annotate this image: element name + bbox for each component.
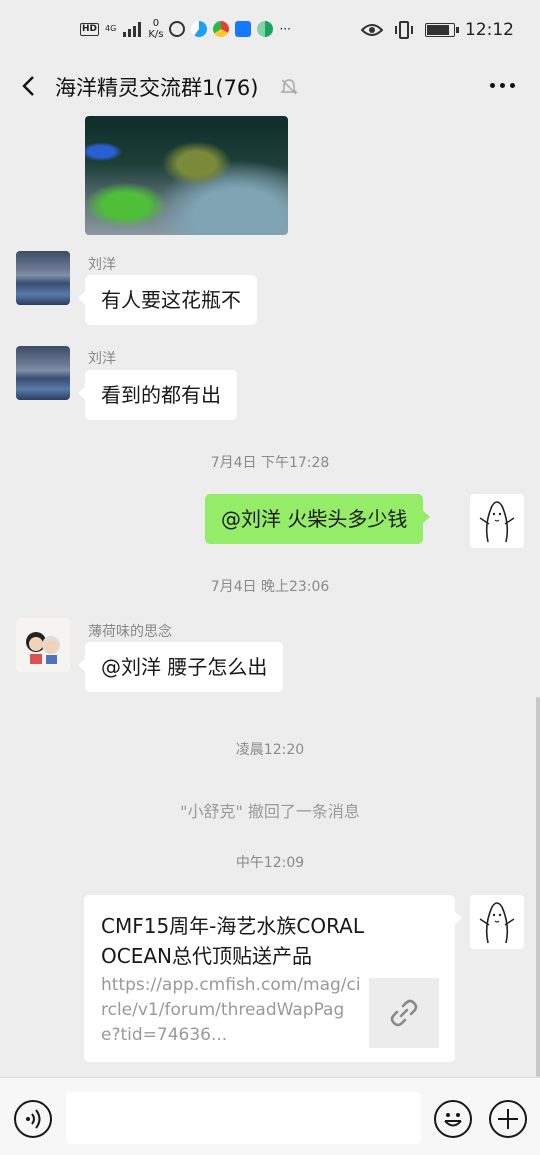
mute-icon <box>280 79 298 95</box>
back-icon[interactable] <box>18 74 42 98</box>
avatar[interactable] <box>16 346 70 400</box>
self-avatar[interactable] <box>470 494 524 548</box>
link-title: CMF15周年-海艺水族CORAL OCEAN总代顶贴送产品 <box>101 914 365 968</box>
timestamp: 凌晨12:20 <box>235 742 305 758</box>
clock: 12:12 <box>465 20 514 40</box>
vibrate-icon <box>395 21 413 39</box>
net-speed-unit: K/s <box>148 29 164 40</box>
sender-name: 薄荷味的思念 <box>88 624 172 640</box>
message-bubble[interactable]: @刘洋 腰子怎么出 <box>77 642 284 692</box>
chat-title: 海洋精灵交流群1(76) <box>55 76 259 100</box>
chat-header: 海洋精灵交流群1(76) <box>0 62 540 112</box>
avatar[interactable] <box>16 251 70 305</box>
eye-icon <box>361 24 383 36</box>
link-thumbnail <box>369 978 439 1048</box>
app-notification-icon <box>235 21 252 37</box>
message-bubble[interactable]: 有人要这花瓶不 <box>78 275 257 325</box>
message-bubble[interactable]: 看到的都有出 <box>78 370 237 420</box>
more-icon[interactable] <box>490 83 515 88</box>
link-card[interactable]: CMF15周年-海艺水族CORAL OCEAN总代顶贴送产品 https://a… <box>84 895 462 1062</box>
more-notifications: ··· <box>279 22 291 36</box>
net-speed-value: 0 <box>152 18 160 29</box>
battery-icon <box>425 23 459 37</box>
image-message[interactable] <box>85 116 288 235</box>
message-list[interactable]: 刘洋 有人要这花瓶不 刘洋 看到的都有出 7月4日 下午17:28 @刘洋 火柴… <box>0 112 540 1077</box>
message-input[interactable] <box>66 1092 421 1144</box>
link-icon <box>390 999 418 1027</box>
timestamp: 7月4日 下午17:28 <box>210 455 330 471</box>
self-message-bubble[interactable]: @刘洋 火柴头多少钱 <box>205 494 431 544</box>
cartoon-avatar-icon <box>26 632 60 664</box>
app-notification-icon <box>169 21 186 37</box>
avatar[interactable] <box>16 618 70 672</box>
signal-icon <box>123 22 142 37</box>
emoji-icon[interactable] <box>434 1100 472 1138</box>
link-url: https://app.cmfish.com/mag/circle/v1/for… <box>101 975 361 1045</box>
hd-indicator: HD <box>80 22 100 36</box>
recall-notice: "小舒克" 撤回了一条消息 <box>180 802 360 821</box>
scrollbar[interactable] <box>536 697 540 1077</box>
stick-figure-icon <box>479 902 515 944</box>
app-notification-icon <box>213 21 230 37</box>
sender-name: 刘洋 <box>88 351 116 367</box>
voice-icon[interactable] <box>14 1100 52 1138</box>
status-left: HD 4G 0 K/s ··· <box>80 18 291 40</box>
stick-figure-icon <box>479 501 515 543</box>
timestamp: 中午12:09 <box>235 855 305 871</box>
status-bar: HD 4G 0 K/s ··· 12:12 <box>0 0 540 62</box>
plus-icon[interactable] <box>489 1100 527 1138</box>
input-bar <box>0 1077 540 1155</box>
self-avatar[interactable] <box>470 895 524 949</box>
sender-name: 刘洋 <box>88 257 116 273</box>
network-type: 4G <box>105 24 117 33</box>
app-notification-icon <box>257 21 274 37</box>
net-speed: 0 K/s <box>148 18 163 40</box>
timestamp: 7月4日 晚上23:06 <box>210 579 330 595</box>
status-right: 12:12 <box>361 20 514 40</box>
app-notification-icon <box>191 21 208 37</box>
